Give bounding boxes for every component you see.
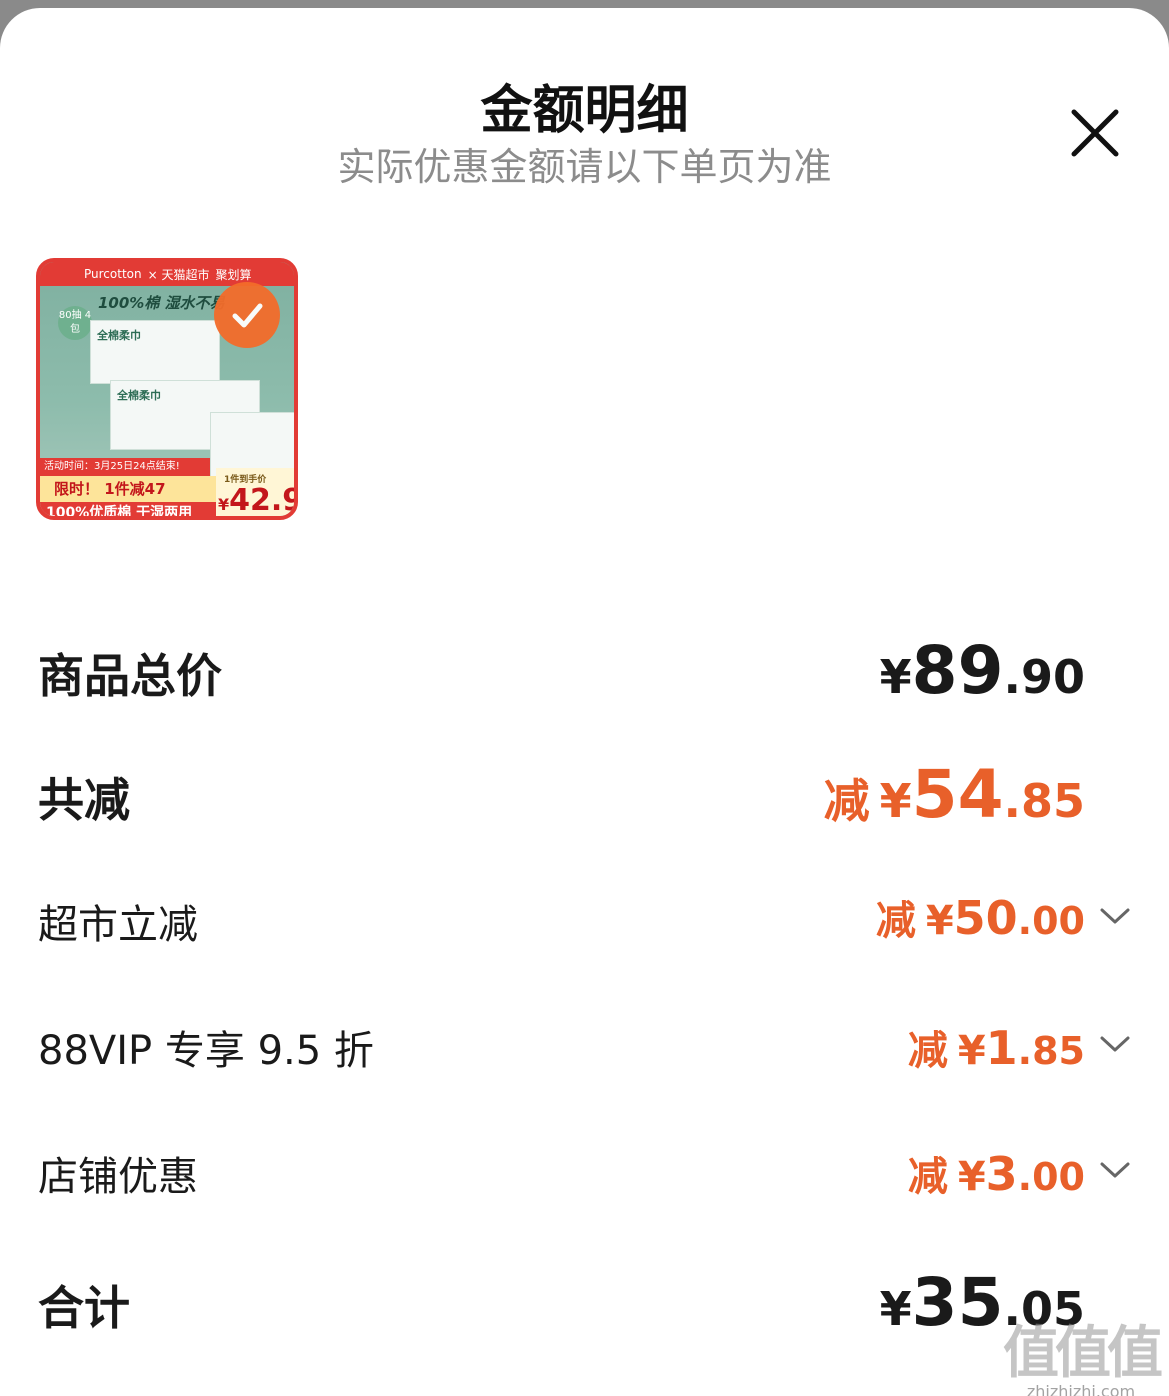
currency-symbol: ¥ (957, 1028, 986, 1074)
site-watermark: 值值值 zhizhizhi.com (1003, 1321, 1163, 1396)
thumbnail-price-value: 42.9 (229, 483, 298, 518)
thumbnail-price-currency: ¥ (218, 495, 230, 514)
total-price-value: ¥89.90 (880, 632, 1085, 709)
discount-prefix: 减 (907, 1028, 948, 1074)
supermarket-discount-value: 减 ¥50.00 (876, 888, 1085, 946)
total-price-label: 商品总价 (38, 649, 222, 703)
total-discount-row: 共减 减 ¥54.85 (0, 756, 1169, 836)
currency-symbol: ¥ (879, 1282, 912, 1336)
tissue-pack: 全棉柔巾 (90, 320, 220, 384)
pack-count-badge: 80抽 4包 (58, 306, 92, 340)
event-time-banner: 活动时间：3月25日24点结束! (40, 458, 210, 476)
partner-name: × 天猫超市 (147, 267, 210, 282)
amount-decimal: .85 (1003, 774, 1086, 828)
amount-detail-sheet: 金额明细 实际优惠金额请以下单页为准 Purcotton × 天猫超市 聚划算 … (0, 8, 1169, 1396)
promo-banner: 限时！ 1件减47 (40, 476, 216, 502)
chevron-down-icon[interactable] (1099, 900, 1131, 932)
discount-prefix: 减 (823, 774, 870, 828)
amount-decimal: .90 (1003, 650, 1086, 704)
thumbnail-price: ¥42.9 (216, 483, 298, 518)
discount-prefix: 减 (875, 898, 916, 944)
vip-discount-value: 减 ¥1.85 (908, 1018, 1085, 1076)
feature-banner: 100%优质棉 干湿两用 (40, 502, 216, 516)
total-discount-label: 共减 (38, 773, 130, 827)
close-icon[interactable] (1066, 104, 1124, 162)
currency-symbol: ¥ (879, 650, 912, 704)
amount-decimal: .00 (1017, 1155, 1085, 1199)
store-discount-row[interactable]: 店铺优惠 减 ¥3.00 (0, 1140, 1169, 1202)
grand-total-row: 合计 ¥35.05 (0, 1264, 1169, 1344)
store-discount-label: 店铺优惠 (38, 1154, 198, 1200)
supermarket-discount-label: 超市立减 (38, 902, 198, 948)
amount-integer: 3 (985, 1147, 1018, 1201)
campaign-name: 聚划算 (215, 267, 252, 282)
currency-symbol: ¥ (925, 898, 954, 944)
total-discount-value: 减 ¥54.85 (824, 756, 1085, 833)
currency-symbol: ¥ (957, 1154, 986, 1200)
discount-prefix: 减 (907, 1154, 948, 1200)
amount-decimal: .85 (1017, 1029, 1085, 1073)
store-discount-value: 减 ¥3.00 (908, 1144, 1085, 1202)
amount-integer: 35 (911, 1264, 1004, 1341)
amount-decimal: .00 (1017, 899, 1085, 943)
selected-check-icon[interactable] (214, 282, 280, 348)
chevron-down-icon[interactable] (1099, 1028, 1131, 1060)
vip-discount-label: 88VIP 专享 9.5 折 (38, 1028, 374, 1074)
chevron-down-icon[interactable] (1099, 1154, 1131, 1186)
amount-integer: 1 (985, 1021, 1018, 1075)
pack-label: 全棉柔巾 (97, 329, 141, 342)
amount-integer: 89 (911, 632, 1004, 709)
page-title: 金额明细 (480, 81, 689, 141)
brand-name: Purcotton (84, 267, 142, 281)
vip-discount-row[interactable]: 88VIP 专享 9.5 折 减 ¥1.85 (0, 1014, 1169, 1076)
supermarket-discount-row[interactable]: 超市立减 减 ¥50.00 (0, 888, 1169, 948)
page-subtitle: 实际优惠金额请以下单页为准 (337, 145, 832, 189)
currency-symbol: ¥ (879, 774, 912, 828)
grand-total-label: 合计 (38, 1281, 130, 1335)
product-tagline: 100%棉 湿水不易 (98, 294, 225, 312)
amount-integer: 54 (911, 756, 1004, 833)
amount-integer: 50 (953, 891, 1018, 945)
thumbnail-price-box: 1件到手价 ¥42.9 (216, 468, 298, 518)
total-price-row: 商品总价 ¥89.90 (0, 632, 1169, 712)
watermark-logo: 值值值 (1003, 1321, 1163, 1386)
pack-label: 全棉柔巾 (117, 389, 161, 402)
